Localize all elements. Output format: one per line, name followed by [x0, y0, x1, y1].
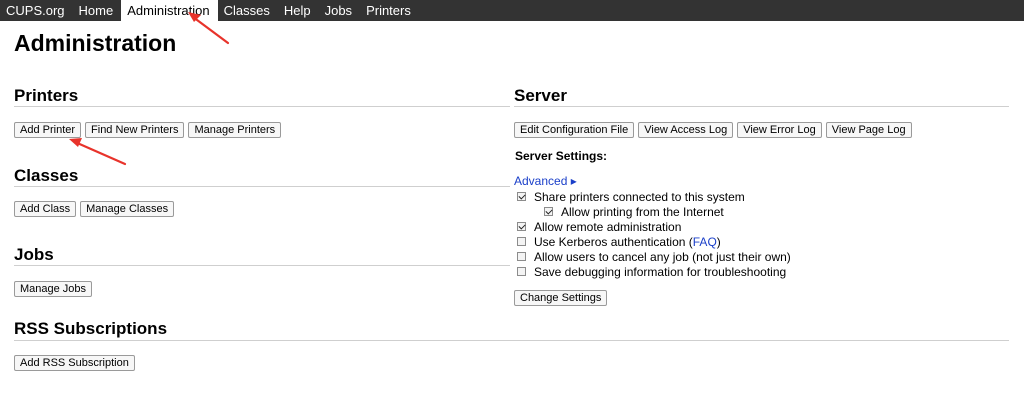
option-cancel-any-job: Allow users to cancel any job (not just …	[517, 249, 791, 264]
remote-admin-label: Allow remote administration	[534, 219, 682, 234]
allow-internet-printing-checkbox[interactable]	[544, 207, 553, 216]
add-class-button[interactable]: Add Class	[14, 201, 77, 217]
edit-configuration-file-button[interactable]: Edit Configuration File	[514, 122, 635, 138]
server-divider	[514, 106, 1009, 107]
change-settings-button[interactable]: Change Settings	[514, 290, 608, 306]
nav-printers[interactable]: Printers	[360, 0, 419, 21]
classes-divider	[14, 186, 510, 187]
debug-logging-label: Save debugging information for troublesh…	[534, 264, 787, 279]
view-error-log-button[interactable]: View Error Log	[737, 122, 822, 138]
option-kerberos: Use Kerberos authentication (FAQ)	[517, 234, 721, 249]
manage-printers-button[interactable]: Manage Printers	[188, 122, 282, 138]
add-rss-subscription-button[interactable]: Add RSS Subscription	[14, 355, 135, 371]
nav-administration[interactable]: Administration	[121, 0, 218, 21]
kerberos-label: Use Kerberos authentication (FAQ)	[534, 234, 721, 249]
manage-classes-button[interactable]: Manage Classes	[80, 201, 175, 217]
classes-heading: Classes	[14, 166, 79, 185]
nav-cups-org[interactable]: CUPS.org	[0, 0, 73, 21]
nav-jobs[interactable]: Jobs	[319, 0, 360, 21]
option-allow-internet-printing: Allow printing from the Internet	[544, 204, 724, 219]
server-settings-label: Server Settings:	[515, 149, 608, 163]
debug-logging-checkbox[interactable]	[517, 267, 526, 276]
printers-divider	[14, 106, 510, 107]
classes-button-row: Add Class Manage Classes	[14, 201, 175, 217]
view-page-log-button[interactable]: View Page Log	[825, 122, 912, 138]
view-access-log-button[interactable]: View Access Log	[638, 122, 734, 138]
advanced-toggle-link[interactable]: Advanced ▸	[514, 174, 577, 188]
nav-home[interactable]: Home	[73, 0, 122, 21]
option-share-printers: Share printers connected to this system	[517, 189, 745, 204]
share-printers-checkbox[interactable]	[517, 192, 526, 201]
server-button-row: Edit Configuration File View Access Log …	[514, 122, 912, 138]
share-printers-label: Share printers connected to this system	[534, 189, 745, 204]
rss-heading: RSS Subscriptions	[14, 319, 168, 338]
option-remote-admin: Allow remote administration	[517, 219, 681, 234]
nav-help[interactable]: Help	[278, 0, 319, 21]
arrow-to-add-printer-button	[69, 138, 127, 166]
option-debug-logging: Save debugging information for troublesh…	[517, 264, 786, 279]
jobs-heading: Jobs	[14, 245, 54, 264]
nav-classes[interactable]: Classes	[218, 0, 278, 21]
find-new-printers-button[interactable]: Find New Printers	[85, 122, 185, 138]
jobs-button-row: Manage Jobs	[14, 281, 93, 297]
printers-button-row: Add Printer Find New Printers Manage Pri…	[14, 122, 282, 138]
change-settings-row: Change Settings	[514, 290, 608, 306]
manage-jobs-button[interactable]: Manage Jobs	[14, 281, 93, 297]
allow-internet-printing-label: Allow printing from the Internet	[561, 204, 724, 219]
rss-button-row: Add RSS Subscription	[14, 355, 135, 371]
cancel-any-job-label: Allow users to cancel any job (not just …	[534, 249, 791, 264]
faq-link[interactable]: FAQ	[693, 235, 717, 249]
page-title: Administration	[14, 30, 177, 56]
add-printer-button[interactable]: Add Printer	[14, 122, 82, 138]
cancel-any-job-checkbox[interactable]	[517, 252, 526, 261]
printers-heading: Printers	[14, 86, 79, 105]
remote-admin-checkbox[interactable]	[517, 222, 526, 231]
server-heading: Server	[514, 86, 567, 105]
top-nav: CUPS.org Home Administration Classes Hel…	[0, 0, 1024, 21]
kerberos-checkbox[interactable]	[517, 237, 526, 246]
jobs-divider	[14, 265, 510, 266]
rss-divider	[14, 340, 1009, 341]
